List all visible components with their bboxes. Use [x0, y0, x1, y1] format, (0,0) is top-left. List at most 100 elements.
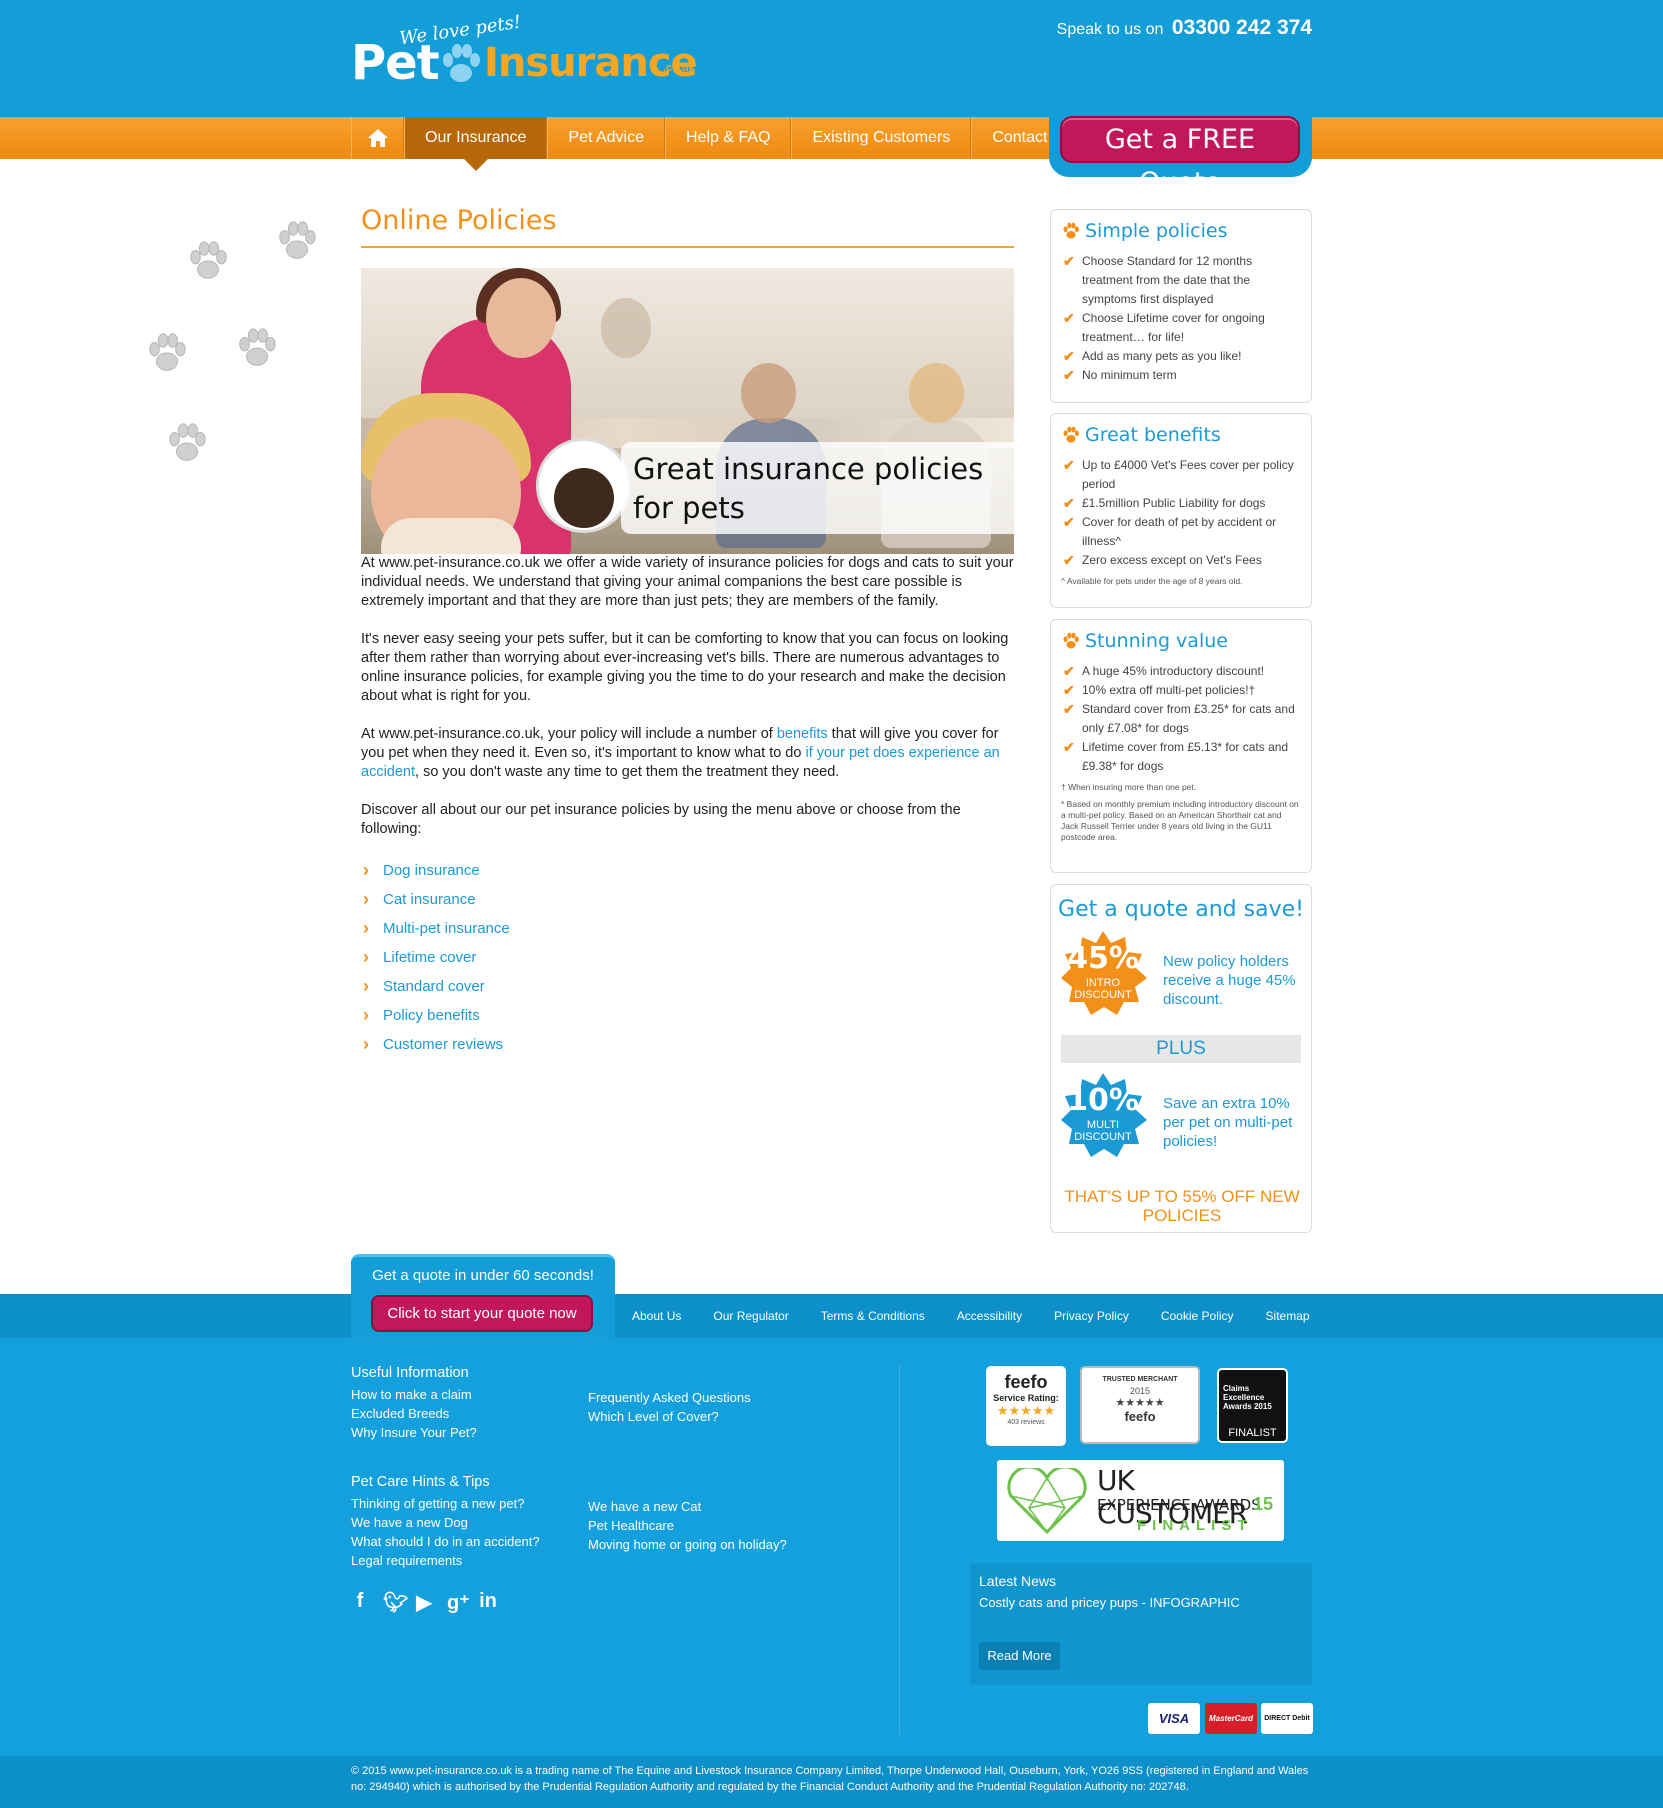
list-item: ✔ Lifetime cover from £5.13* for cats and… — [1063, 739, 1289, 773]
check-icon: ✔ — [1063, 739, 1075, 755]
quote-box: Get a FREE Quote — [1049, 104, 1312, 198]
chevron-right-icon: › — [363, 947, 369, 967]
check-icon: ✔ — [1063, 495, 1075, 511]
accident-help-link[interactable]: What should I do in an accident? — [351, 1532, 540, 1551]
legal-requirements-link[interactable]: Legal requirements — [351, 1551, 540, 1570]
facebook-icon[interactable]: f — [351, 1590, 369, 1615]
paragraph-4: Discover all about our our pet insurance… — [361, 802, 961, 837]
faq-link[interactable]: Frequently Asked Questions — [588, 1388, 751, 1407]
terms-link[interactable]: Terms & Conditions — [821, 1309, 925, 1323]
home-icon — [367, 129, 388, 147]
list-item: ✔ £1.5million Public Liability for dogs — [1063, 495, 1266, 511]
latest-news: Latest News Costly cats and pricey pups … — [970, 1563, 1312, 1685]
youtube-icon[interactable]: ▶ — [415, 1590, 433, 1615]
heart-icon — [1007, 1468, 1087, 1534]
about-us-link[interactable]: About Us — [632, 1309, 681, 1323]
how-to-claim-link[interactable]: How to make a claim — [351, 1385, 477, 1404]
check-icon: ✔ — [1063, 367, 1075, 383]
our-regulator-link[interactable]: Our Regulator — [713, 1309, 788, 1323]
paw-icon — [1063, 632, 1079, 649]
legal-footer: © 2015 www.pet-insurance.co.uk is a trad… — [0, 1756, 1663, 1808]
logo-pet: Pet — [351, 35, 440, 91]
check-icon: ✔ — [1063, 310, 1075, 326]
visa-card-icon: VISA — [1148, 1703, 1200, 1734]
privacy-policy-link[interactable]: Privacy Policy — [1054, 1309, 1129, 1323]
list-item: › Standard cover — [361, 972, 1014, 1001]
list-item: › Customer reviews — [361, 1030, 1014, 1059]
tips-col-2: We have a new Cat Pet Healthcare Moving … — [588, 1497, 787, 1554]
news-item-link[interactable]: Costly cats and pricey pups - INFOGRAPHI… — [979, 1595, 1303, 1610]
useful-info-title: Useful Information — [351, 1365, 469, 1381]
policy-benefits-link[interactable]: Policy benefits — [383, 1007, 480, 1024]
multi-discount-value: 10% — [1067, 1083, 1139, 1118]
paragraph-3: At www.pet-insurance.co.uk, your policy … — [361, 726, 1000, 780]
paw-icon — [1063, 222, 1079, 239]
google-plus-icon[interactable]: g⁺ — [447, 1590, 470, 1615]
read-more-button[interactable]: Read More — [979, 1642, 1060, 1670]
nav-help-faq[interactable]: Help & FAQ — [665, 117, 792, 159]
cat-insurance-link[interactable]: Cat insurance — [383, 891, 476, 908]
level-of-cover-link[interactable]: Which Level of Cover? — [588, 1407, 751, 1426]
pet-healthcare-link[interactable]: Pet Healthcare — [588, 1516, 787, 1535]
benefits-link[interactable]: benefits — [777, 726, 828, 742]
list-item: ✔ A huge 45% introductory discount! — [1063, 663, 1265, 679]
paw-decoration-icon — [149, 333, 186, 371]
standard-cover-link[interactable]: Standard cover — [383, 978, 485, 995]
up-to-55-off-text: THAT'S UP TO 55% OFF NEW POLICIES — [1064, 1187, 1300, 1225]
multi-discount-text: Save an extra 10% per pet on multi-pet p… — [1163, 1095, 1293, 1150]
quote-save-box: Get a quote and save! 45% INTRO DISCOUNT… — [1050, 884, 1312, 1233]
new-dog-link[interactable]: We have a new Dog — [351, 1513, 540, 1532]
site-logo[interactable]: We love pets! Pet Insurance .co.uk — [351, 12, 698, 100]
stunning-value-title: Stunning value — [1051, 620, 1311, 662]
new-cat-link[interactable]: We have a new Cat — [588, 1497, 787, 1516]
linkedin-icon[interactable]: in — [479, 1590, 497, 1615]
multi-discount-label: MULTI DISCOUNT — [1074, 1119, 1132, 1143]
dog-insurance-link[interactable]: Dog insurance — [383, 862, 480, 879]
uk-customer-experience-awards-badge[interactable]: UK CUSTOMER EXPERIENCE AWARDS 15 FINALIS… — [997, 1460, 1284, 1541]
star-rating-icon: ★★★★★ — [1115, 1397, 1165, 1409]
get-free-quote-button[interactable]: Get a FREE Quote — [1060, 116, 1300, 198]
list-item: ✔ Add as many pets as you like! — [1063, 348, 1242, 364]
cookie-policy-link[interactable]: Cookie Policy — [1161, 1309, 1234, 1323]
list-item: ✔ Choose Lifetime cover for ongoing treat… — [1063, 310, 1265, 344]
list-item: › Policy benefits — [361, 1001, 1014, 1030]
twitter-icon[interactable]: 🐦︎ — [383, 1590, 408, 1615]
check-icon: ✔ — [1063, 663, 1075, 679]
paw-icon — [1063, 426, 1079, 443]
lifetime-cover-link[interactable]: Lifetime cover — [383, 949, 476, 966]
sitemap-link[interactable]: Sitemap — [1266, 1309, 1310, 1323]
footer-links: About Us Our Regulator Terms & Condition… — [632, 1294, 1342, 1338]
list-item: › Cat insurance — [361, 885, 1014, 914]
chevron-right-icon: › — [363, 1005, 369, 1025]
feefo-rating-badge[interactable]: feefo Service Rating: ★★★★★ 403 reviews — [986, 1366, 1066, 1446]
phone-number[interactable]: 03300 242 374 — [1172, 16, 1312, 39]
start-quote-button[interactable]: Click to start your quote now — [371, 1295, 593, 1332]
list-item: ✔ Zero excess except on Vet's Fees — [1063, 552, 1262, 568]
list-item: ✔ No minimum term — [1063, 367, 1177, 383]
simple-policies-box: Simple policies ✔ Choose Standard for 12 … — [1050, 209, 1312, 403]
chevron-right-icon: › — [363, 860, 369, 880]
quote-tab-text: Get a quote in under 60 seconds! — [372, 1267, 594, 1284]
claims-excellence-badge[interactable]: Claims Excellence Awards 2015 FINALIST — [1217, 1368, 1288, 1443]
value-footnote-2: * Based on monthly premium including int… — [1061, 799, 1299, 842]
chevron-right-icon: › — [363, 1034, 369, 1054]
check-icon: ✔ — [1063, 682, 1075, 698]
nav-pet-advice[interactable]: Pet Advice — [547, 117, 665, 159]
intro-paragraph: At www.pet-insurance.co.uk we offer a wi… — [361, 555, 1014, 609]
why-insure-link[interactable]: Why Insure Your Pet? — [351, 1423, 477, 1442]
trusted-merchant-badge[interactable]: TRUSTED MERCHANT 2015 ★★★★★ feefo — [1080, 1366, 1200, 1444]
excluded-breeds-link[interactable]: Excluded Breeds — [351, 1404, 477, 1423]
new-pet-link[interactable]: Thinking of getting a new pet? — [351, 1494, 540, 1513]
check-icon: ✔ — [1063, 552, 1075, 568]
nav-existing-customers[interactable]: Existing Customers — [791, 117, 972, 159]
paw-icon — [443, 44, 480, 82]
nav-home[interactable] — [351, 117, 404, 159]
nav-our-insurance[interactable]: Our Insurance — [404, 117, 548, 171]
benefits-footnote: ^ Available for pets under the age of 8 … — [1061, 576, 1243, 586]
customer-reviews-link[interactable]: Customer reviews — [383, 1036, 503, 1053]
multi-pet-insurance-link[interactable]: Multi-pet insurance — [383, 920, 510, 937]
intro-discount-label: INTRO DISCOUNT — [1074, 977, 1132, 1001]
accessibility-link[interactable]: Accessibility — [957, 1309, 1022, 1323]
list-item: › Lifetime cover — [361, 943, 1014, 972]
moving-holiday-link[interactable]: Moving home or going on holiday? — [588, 1535, 787, 1554]
